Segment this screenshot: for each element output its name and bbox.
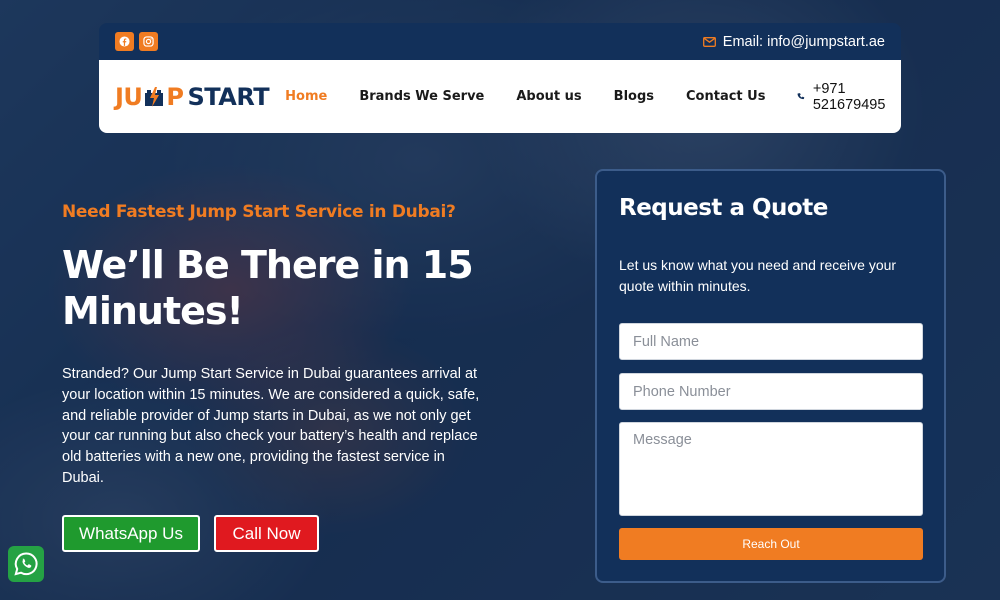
message-textarea[interactable] bbox=[619, 422, 923, 516]
hero-description: Stranded? Our Jump Start Service in Duba… bbox=[62, 366, 480, 486]
email-contact[interactable]: Email: info@jumpstart.ae bbox=[702, 33, 885, 50]
battery-lightning-icon bbox=[145, 86, 164, 107]
quote-form-panel: Request a Quote Let us know what you nee… bbox=[595, 169, 946, 583]
floating-whatsapp-button[interactable] bbox=[8, 546, 44, 582]
nav-link-home[interactable]: Home bbox=[285, 89, 327, 104]
phone-number: +971 521679495 bbox=[812, 80, 886, 113]
envelope-icon bbox=[702, 36, 716, 47]
hero-title: We’ll Be There in 15 Minutes! bbox=[62, 243, 474, 333]
phone-contact[interactable]: +971 521679495 bbox=[797, 81, 889, 113]
jumpstart-logo[interactable]: JU P START bbox=[115, 82, 270, 111]
instagram-icon[interactable] bbox=[139, 32, 158, 51]
phone-icon bbox=[798, 92, 805, 99]
hero-eyebrow: Need Fastest Jump Start Service in Dubai… bbox=[62, 202, 456, 222]
full-name-input[interactable] bbox=[619, 323, 923, 360]
logo-text-ju: JU bbox=[115, 82, 143, 111]
call-now-button[interactable]: Call Now bbox=[214, 515, 319, 552]
phone-number-input[interactable] bbox=[619, 373, 923, 410]
primary-nav: Home Brands We Serve About us Blogs Cont… bbox=[285, 89, 797, 104]
logo-text-p: P bbox=[166, 82, 184, 111]
nav-link-about[interactable]: About us bbox=[516, 89, 581, 104]
nav-link-blogs[interactable]: Blogs bbox=[614, 89, 654, 104]
email-text: Email: info@jumpstart.ae bbox=[722, 33, 885, 50]
whatsapp-icon bbox=[14, 552, 38, 576]
logo-text-start: START bbox=[187, 82, 270, 111]
top-bar: Email: info@jumpstart.ae bbox=[99, 23, 901, 60]
quote-description: Let us know what you need and receive yo… bbox=[619, 257, 897, 294]
nav-link-contact[interactable]: Contact Us bbox=[686, 89, 765, 104]
main-navbar: JU P START Home Brands We Serve About us… bbox=[99, 60, 901, 133]
nav-link-brands[interactable]: Brands We Serve bbox=[359, 89, 484, 104]
facebook-icon[interactable] bbox=[115, 32, 134, 51]
whatsapp-button[interactable]: WhatsApp Us bbox=[62, 515, 200, 552]
reach-out-button[interactable]: Reach Out bbox=[619, 528, 923, 560]
social-links bbox=[115, 32, 158, 51]
quote-title: Request a Quote bbox=[619, 195, 828, 221]
